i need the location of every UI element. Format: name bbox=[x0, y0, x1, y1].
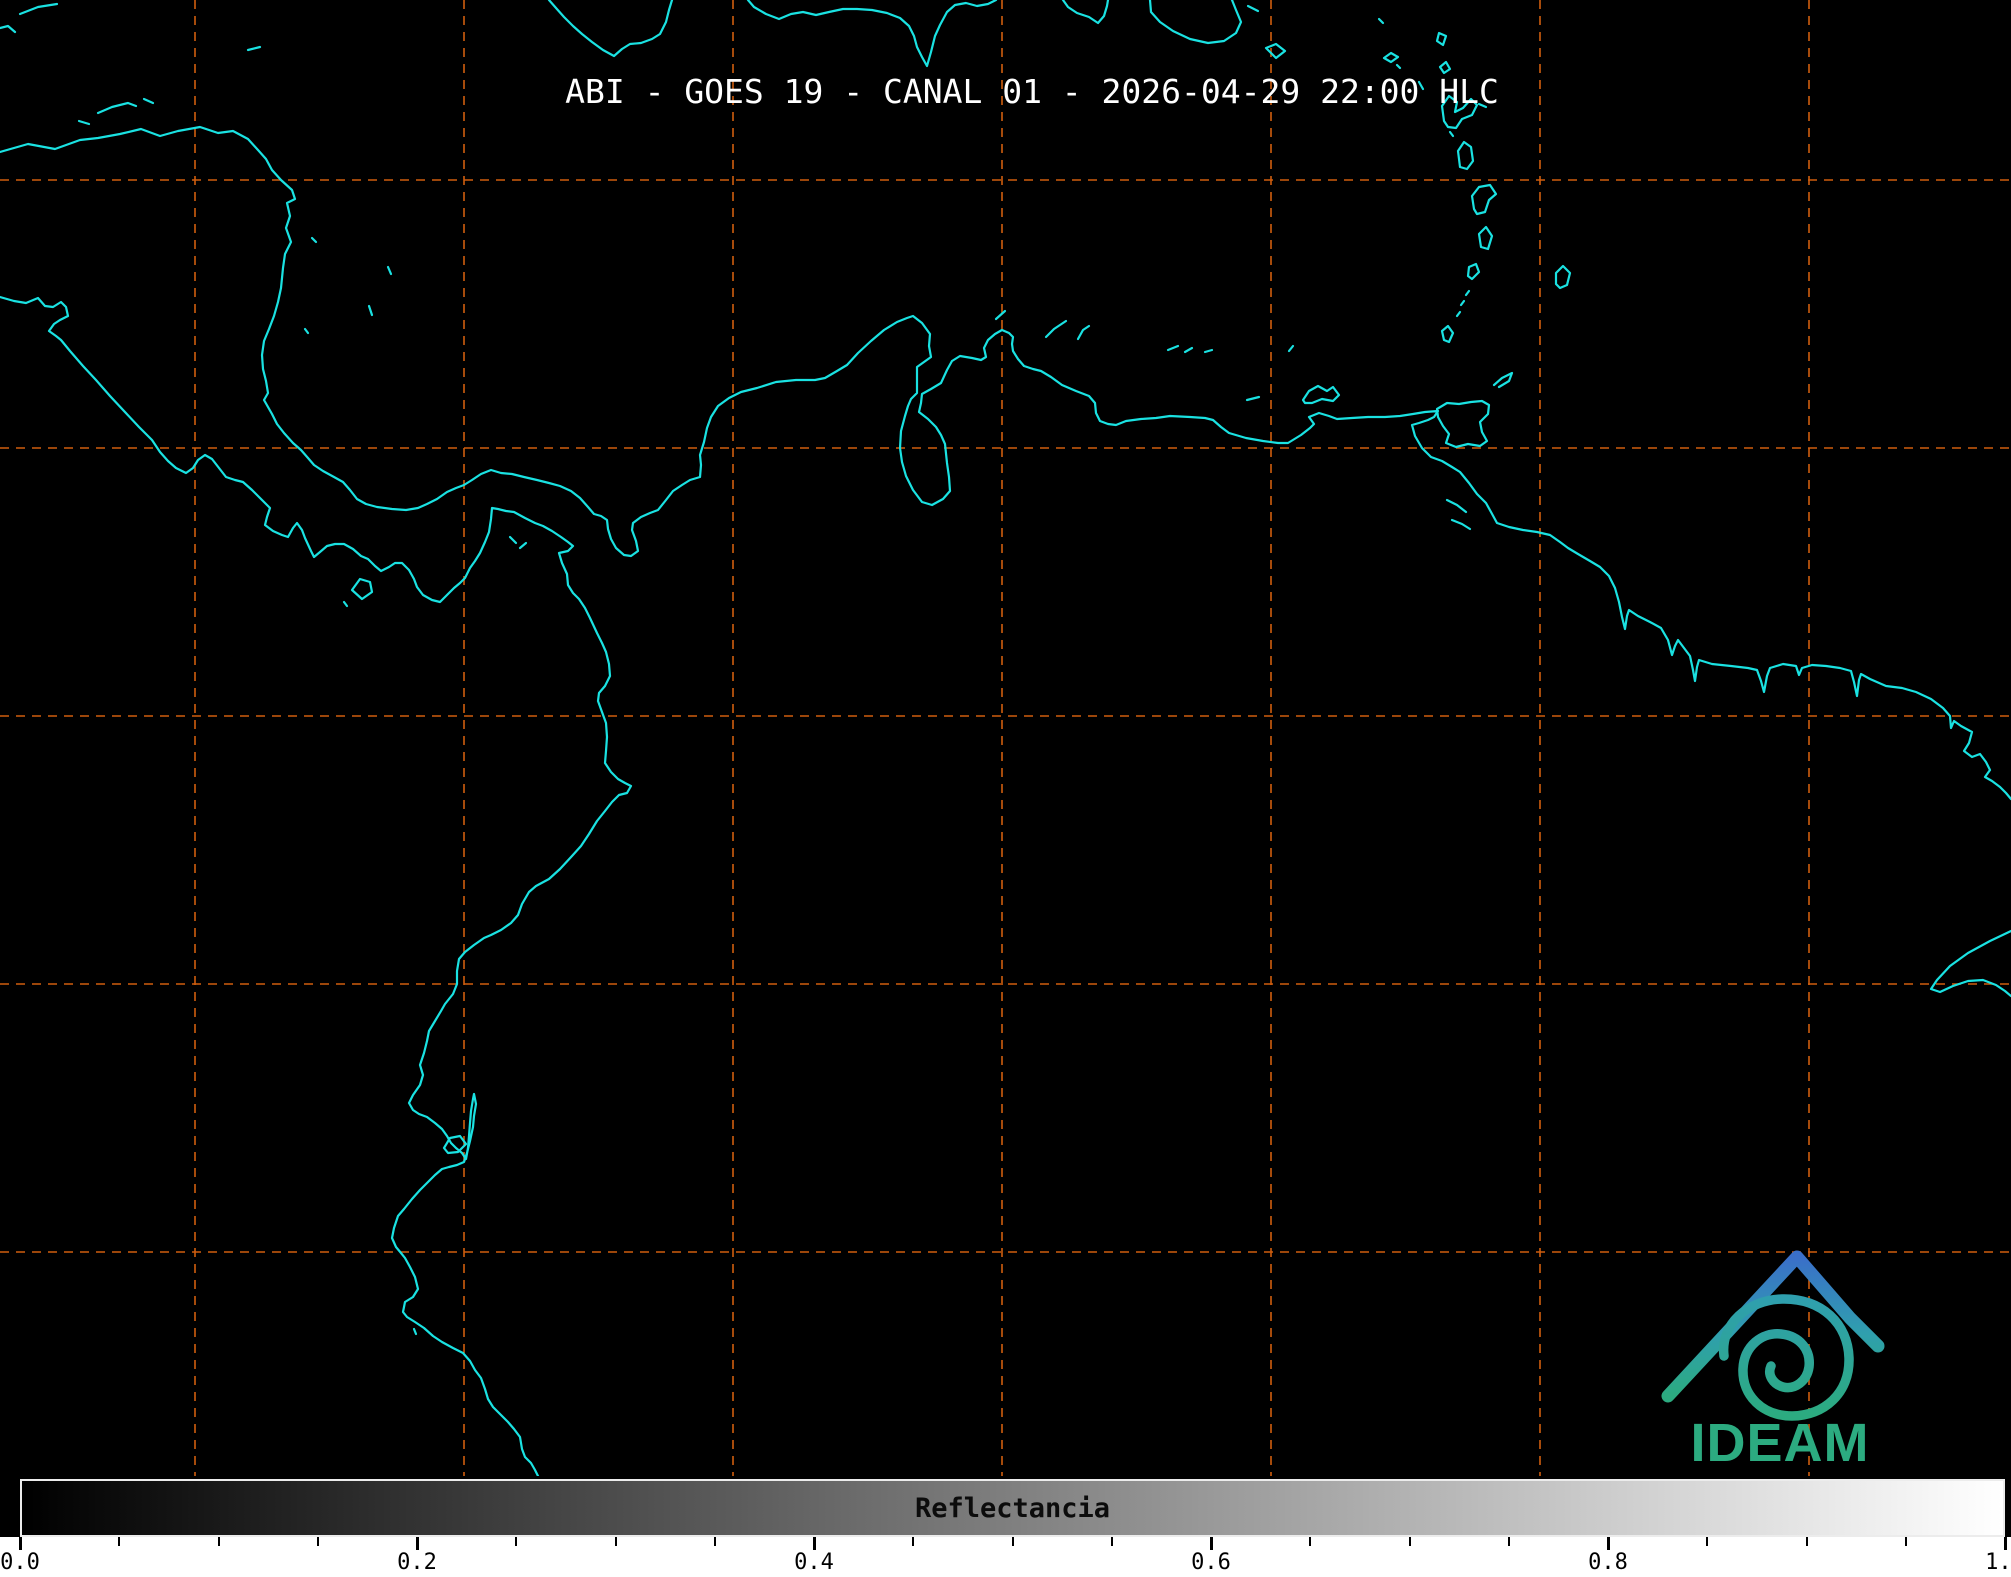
colorbar-minor-tick bbox=[1012, 1537, 1014, 1546]
coastline-pacific-mainland bbox=[0, 297, 631, 1476]
coastline-jamaica-south bbox=[549, 0, 672, 56]
colorbar-minor-tick bbox=[912, 1537, 914, 1546]
colorbar-minor-tick bbox=[515, 1537, 517, 1546]
coastline-st-croix bbox=[1266, 44, 1285, 58]
coastline-los-roques-1 bbox=[1168, 346, 1178, 350]
coastline-utila bbox=[79, 121, 89, 124]
colorbar-minor-tick bbox=[1409, 1537, 1411, 1546]
coastline-bonaire bbox=[1078, 326, 1089, 339]
ideam-logo: IDEAM bbox=[1650, 1238, 1910, 1473]
coastline-st-lucia bbox=[1479, 227, 1492, 249]
colorbar-tick-label: 0.0 bbox=[0, 1550, 40, 1575]
coastline-los-roques-2 bbox=[1185, 348, 1192, 352]
coastline-mona-fragment bbox=[1063, 0, 1108, 23]
coastline-roatan bbox=[98, 103, 136, 113]
coastline-san-andres bbox=[369, 306, 372, 315]
coastline-miskito-cay bbox=[312, 238, 316, 242]
coastline-coiba bbox=[352, 579, 372, 599]
colorbar-minor-tick bbox=[1508, 1537, 1510, 1546]
colorbar-tick-label: 0.2 bbox=[397, 1550, 437, 1575]
colorbar-tick-label: 0.4 bbox=[794, 1550, 834, 1575]
colorbar-label: Reflectancia bbox=[22, 1481, 2003, 1535]
colorbar-minor-tick bbox=[118, 1537, 120, 1546]
coastline-grenadines-3 bbox=[1466, 291, 1469, 295]
colorbar-tick-label: 0.6 bbox=[1191, 1550, 1231, 1575]
satellite-map-area: ABI - GOES 19 - CANAL 01 - 2026-04-29 22… bbox=[0, 0, 2011, 1476]
colorbar-major-tick bbox=[813, 1537, 816, 1550]
coastline-nevis bbox=[1397, 65, 1400, 68]
coastline-puerto-rico-south bbox=[1150, 0, 1241, 43]
colorbar-major-tick bbox=[1210, 1537, 1213, 1550]
coastline-aruba bbox=[996, 311, 1005, 319]
coastline-barbuda bbox=[1379, 19, 1383, 23]
coastline-antigua bbox=[1437, 33, 1446, 45]
colorbar-minor-tick bbox=[317, 1537, 319, 1546]
colorbar-minor-tick bbox=[1309, 1537, 1311, 1546]
coastline-caribbean-mainland bbox=[0, 127, 2011, 799]
coastline-st-vincent bbox=[1468, 264, 1479, 279]
coastline-guanaja bbox=[144, 99, 153, 103]
coastline-marie-galante bbox=[1450, 132, 1453, 136]
reflectance-colorbar: Reflectancia bbox=[20, 1479, 2005, 1537]
goes-satellite-image: ABI - GOES 19 - CANAL 01 - 2026-04-29 22… bbox=[0, 0, 2011, 1577]
colorbar-major-tick bbox=[416, 1537, 419, 1550]
coastline-barbados bbox=[1556, 266, 1570, 288]
colorbar-minor-tick bbox=[1111, 1537, 1113, 1546]
coastline-martinique bbox=[1472, 185, 1496, 214]
coastline-hispaniola-south bbox=[748, 0, 996, 66]
logo-text: IDEAM bbox=[1691, 1413, 1870, 1473]
colorbar-minor-tick bbox=[1806, 1537, 1808, 1546]
coastline-swan-island bbox=[248, 47, 260, 50]
coastline-lobos-islet bbox=[414, 1329, 416, 1334]
coastline-tobago bbox=[1494, 373, 1512, 387]
colorbar-minor-tick bbox=[615, 1537, 617, 1546]
coastline-la-blanquilla bbox=[1289, 346, 1293, 351]
coastline-curacao bbox=[1046, 321, 1066, 337]
coastline-corn-island bbox=[305, 329, 308, 333]
coastline-coiba-islet bbox=[344, 602, 347, 606]
coastline-amapa-coast bbox=[1931, 931, 2011, 996]
colorbar-major-tick bbox=[19, 1537, 22, 1550]
coastline-belize-dash-1 bbox=[20, 4, 57, 14]
coastline-pearl-islands-1 bbox=[510, 537, 516, 543]
coastline-grenadines-1 bbox=[1457, 312, 1460, 316]
coastline-belize-dash-2 bbox=[0, 26, 15, 32]
coastline-grenadines-2 bbox=[1461, 301, 1464, 305]
colorbar-major-tick bbox=[1607, 1537, 1610, 1550]
coastline-pearl-islands-2 bbox=[520, 543, 526, 548]
colorbar-minor-tick bbox=[218, 1537, 220, 1546]
logo-hurricane-spiral-icon bbox=[1724, 1299, 1849, 1416]
colorbar-major-tick bbox=[2004, 1537, 2007, 1550]
colorbar-axis: 0.0 0.2 0.4 0.6 0.8 1.0 bbox=[0, 1537, 2011, 1577]
colorbar-tick-label: 0.8 bbox=[1588, 1550, 1628, 1575]
coastline-orinoco-delta-2 bbox=[1452, 520, 1470, 529]
image-title: ABI - GOES 19 - CANAL 01 - 2026-04-29 22… bbox=[565, 72, 1499, 111]
coastline-margarita bbox=[1303, 386, 1339, 403]
coastline-culebra bbox=[1248, 6, 1258, 11]
coastline-trinidad bbox=[1437, 401, 1489, 447]
coastline-la-tortuga bbox=[1247, 397, 1259, 400]
coastline-providencia bbox=[388, 267, 391, 274]
coastline-st-kitts bbox=[1384, 53, 1398, 62]
colorbar-minor-tick bbox=[1706, 1537, 1708, 1546]
coastline-dominica bbox=[1458, 142, 1473, 169]
colorbar-minor-tick bbox=[1905, 1537, 1907, 1546]
coastline-orinoco-delta-1 bbox=[1447, 500, 1466, 512]
coastline-grenada bbox=[1442, 326, 1453, 342]
colorbar-minor-tick bbox=[714, 1537, 716, 1546]
coastline-la-orchila bbox=[1205, 350, 1212, 352]
colorbar-tick-label: 1.0 bbox=[1985, 1550, 2011, 1575]
